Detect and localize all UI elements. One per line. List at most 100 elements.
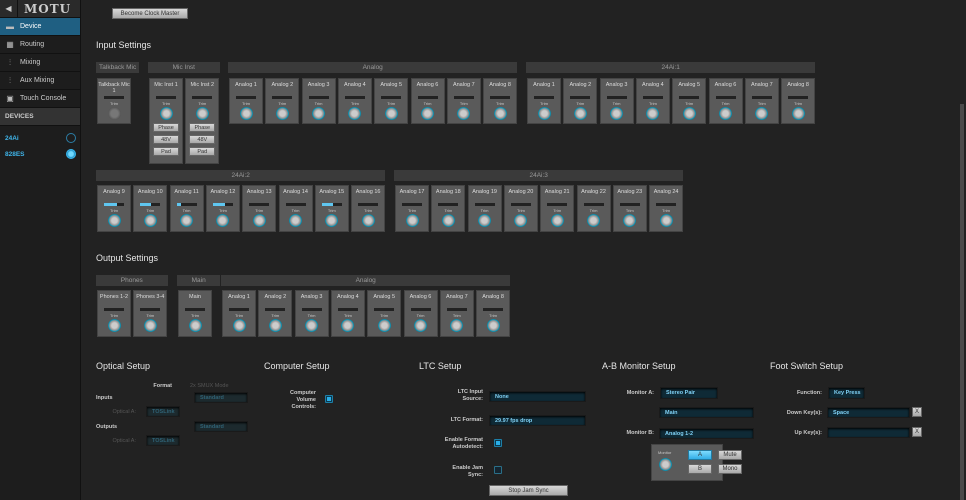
trim-knob[interactable] xyxy=(341,319,355,332)
up-keys-input[interactable] xyxy=(827,427,910,438)
trim-knob[interactable] xyxy=(414,319,427,332)
trim-knob[interactable] xyxy=(550,214,564,227)
device-radio[interactable] xyxy=(66,149,76,159)
device-828es[interactable]: 828ES xyxy=(0,146,80,162)
trim-knob[interactable] xyxy=(587,214,600,227)
channel-label: Phones 1-2 xyxy=(99,294,129,300)
trim-knob[interactable] xyxy=(573,107,587,120)
trim-knob[interactable] xyxy=(195,107,209,120)
output-smux-select[interactable]: Standard xyxy=(194,421,248,432)
input-format-select[interactable]: TOSLink xyxy=(146,406,180,417)
48v-button[interactable]: 48V xyxy=(153,135,179,144)
trim-knob[interactable] xyxy=(659,214,673,227)
jam-sync-checkbox[interactable] xyxy=(494,466,502,474)
trim-knob[interactable] xyxy=(107,214,121,227)
trim-knob[interactable] xyxy=(180,214,194,227)
down-keys-input[interactable]: Space xyxy=(827,407,910,418)
ltc-format-select[interactable]: 29.97 fps drop xyxy=(489,415,586,426)
monitor-a-select[interactable]: Stereo Pair xyxy=(660,387,718,399)
trim-knob[interactable] xyxy=(405,214,419,227)
trim-knob[interactable] xyxy=(348,107,362,120)
trim-knob[interactable] xyxy=(623,214,637,227)
trim-knob[interactable] xyxy=(682,107,696,120)
computer-volume-checkbox[interactable] xyxy=(325,395,333,403)
trim-knob[interactable] xyxy=(361,214,375,227)
nav-aux-mixing[interactable]: ⫶ Aux Mixing xyxy=(0,72,80,90)
output-port-label: Optical A: xyxy=(112,438,136,444)
device-radio[interactable] xyxy=(66,133,76,143)
trim-knob[interactable] xyxy=(610,107,624,120)
trim-knob[interactable] xyxy=(232,319,246,332)
level-meter xyxy=(490,96,511,99)
pad-button[interactable]: Pad xyxy=(153,147,179,156)
trim-knob[interactable] xyxy=(646,107,660,120)
level-meter xyxy=(176,203,197,206)
level-meter xyxy=(751,96,772,99)
trim-knob[interactable] xyxy=(441,214,455,227)
trim-knob[interactable] xyxy=(312,107,326,120)
function-select[interactable]: Key Press xyxy=(828,387,865,399)
trim-knob[interactable] xyxy=(268,319,282,332)
clear-up-keys-button[interactable]: X xyxy=(912,427,922,437)
phase-button[interactable]: Phase xyxy=(153,123,179,132)
back-arrow-icon[interactable]: ◀ xyxy=(0,0,18,17)
monitor-b-select[interactable]: Analog 1-2 xyxy=(659,428,754,439)
monitor-knob[interactable] xyxy=(659,458,672,471)
monitor-a-output-select[interactable]: Main xyxy=(659,407,754,418)
channel-label: Analog 8 xyxy=(787,82,809,88)
stop-jam-sync-button[interactable]: Stop Jam Sync xyxy=(489,485,568,496)
group-header: 24Ai:3 xyxy=(394,170,684,181)
channel-strip: Analog 13 Trim xyxy=(242,185,277,232)
trim-knob[interactable] xyxy=(450,319,464,332)
trim-knob[interactable] xyxy=(325,214,339,227)
48v-button[interactable]: 48V xyxy=(189,135,216,144)
trim-knob[interactable] xyxy=(537,107,551,120)
ltc-input-source-select[interactable]: None xyxy=(489,391,586,402)
autodetect-checkbox[interactable] xyxy=(494,439,502,447)
trim-knob[interactable] xyxy=(107,107,121,120)
trim-knob[interactable] xyxy=(239,107,253,120)
trim-knob[interactable] xyxy=(289,214,302,227)
trim-knob[interactable] xyxy=(514,214,528,227)
trim-knob[interactable] xyxy=(252,214,266,227)
nav-device[interactable]: ▬ Device xyxy=(0,18,80,36)
trim-knob[interactable] xyxy=(143,214,157,227)
output-format-select[interactable]: TOSLink xyxy=(146,435,180,446)
monitor-a-button[interactable]: A xyxy=(688,450,712,460)
scrollbar[interactable] xyxy=(960,104,964,500)
trim-knob[interactable] xyxy=(384,107,398,120)
trim-knob[interactable] xyxy=(275,107,289,120)
mute-button[interactable]: Mute xyxy=(718,450,742,460)
trim-knob[interactable] xyxy=(493,107,507,120)
trim-knob[interactable] xyxy=(755,107,769,120)
channel-strip: Analog 1 Trim xyxy=(527,78,561,124)
pad-button[interactable]: Pad xyxy=(189,147,216,156)
become-clock-master-button[interactable]: Become Clock Master xyxy=(112,8,188,19)
trim-knob[interactable] xyxy=(159,107,173,120)
monitor-b-button[interactable]: B xyxy=(688,464,712,474)
phase-button[interactable]: Phase xyxy=(189,123,216,132)
trim-knob[interactable] xyxy=(305,319,319,332)
trim-knob[interactable] xyxy=(486,319,500,332)
device-24ai[interactable]: 24Ai xyxy=(0,130,80,146)
input-smux-select[interactable]: Standard xyxy=(194,392,248,403)
trim-knob[interactable] xyxy=(377,319,391,332)
trim-knob[interactable] xyxy=(457,107,471,120)
trim-knob[interactable] xyxy=(719,107,732,120)
trim-knob[interactable] xyxy=(791,107,805,120)
channel-strip: Analog 2 Trim xyxy=(265,78,300,124)
trim-knob[interactable] xyxy=(107,319,121,332)
nav-touch-console[interactable]: ▣ Touch Console xyxy=(0,90,80,108)
channel-label: Analog 3 xyxy=(605,82,628,88)
nav-routing[interactable]: ▦ Routing xyxy=(0,36,80,54)
format-header: Format xyxy=(153,383,172,389)
trim-knob[interactable] xyxy=(421,107,434,120)
trim-knob[interactable] xyxy=(143,319,157,332)
trim-knob[interactable] xyxy=(216,214,230,227)
autodetect-label: Enable Format Autodetect: xyxy=(444,437,483,450)
trim-knob[interactable] xyxy=(478,214,492,227)
clear-down-keys-button[interactable]: X xyxy=(912,407,922,417)
trim-knob[interactable] xyxy=(188,319,202,332)
nav-mixing[interactable]: ⫶ Mixing xyxy=(0,54,80,72)
mono-button[interactable]: Mono xyxy=(718,464,742,474)
